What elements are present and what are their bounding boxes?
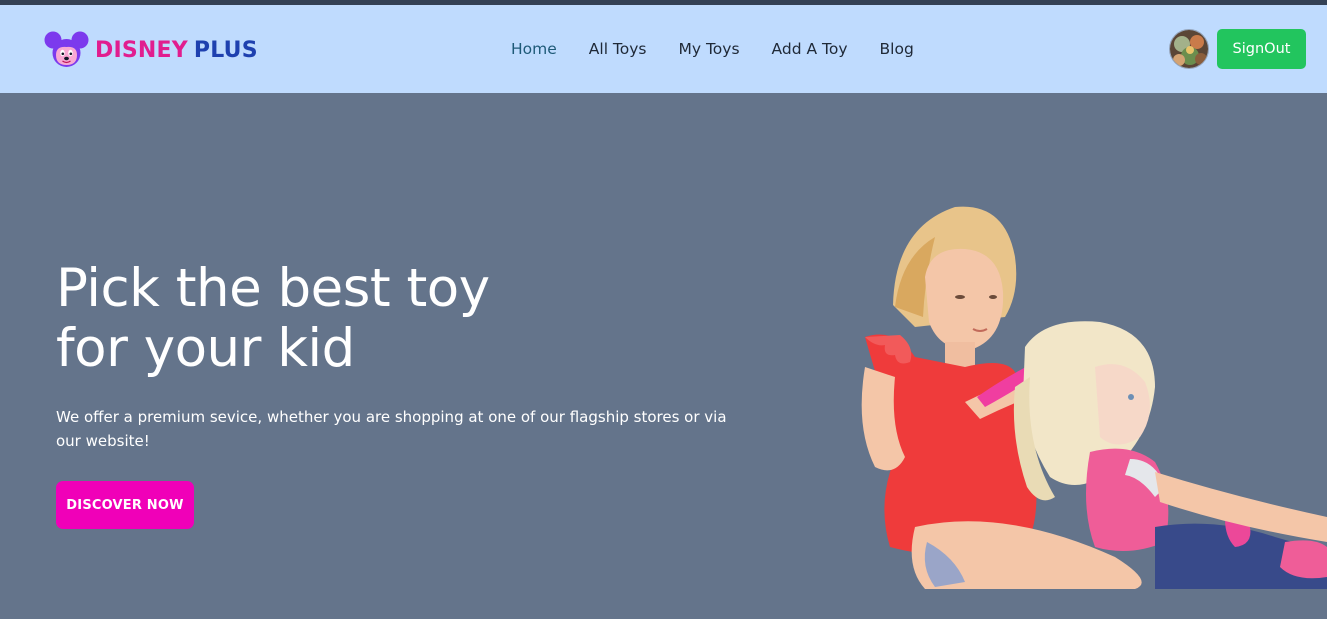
- nav-link-my-toys[interactable]: My Toys: [663, 35, 756, 63]
- hero-section: Pick the best toy for your kid We offer …: [0, 93, 1327, 619]
- user-avatar[interactable]: [1169, 29, 1209, 69]
- discover-now-button[interactable]: DISCOVER NOW: [56, 481, 194, 529]
- brand-name-word1: DISNEY: [95, 37, 188, 63]
- mouse-face-logo-icon: [44, 31, 89, 67]
- signout-button[interactable]: SignOut: [1217, 29, 1306, 69]
- girl-with-doll-image: [861, 206, 1327, 589]
- brand-name-word2: PLUS: [193, 37, 258, 63]
- nav-link-add-a-toy[interactable]: Add A Toy: [756, 35, 864, 63]
- hero-title: Pick the best toy for your kid: [56, 259, 656, 379]
- hero-title-line1: Pick the best toy: [56, 258, 490, 319]
- nav-link-all-toys[interactable]: All Toys: [573, 35, 663, 63]
- nav-link-home[interactable]: Home: [495, 35, 573, 63]
- main-nav: Home All Toys My Toys Add A Toy Blog: [495, 35, 930, 63]
- navbar: DISNEY PLUS Home All Toys My Toys Add A T…: [0, 5, 1327, 93]
- avatar-image: [1170, 30, 1208, 68]
- brand-logo[interactable]: DISNEY PLUS: [44, 30, 258, 70]
- brand-name: DISNEY PLUS: [95, 38, 258, 63]
- nav-link-blog[interactable]: Blog: [864, 35, 930, 63]
- hero-description: We offer a premium sevice, whether you a…: [56, 408, 727, 450]
- hero-title-line2: for your kid: [56, 318, 355, 379]
